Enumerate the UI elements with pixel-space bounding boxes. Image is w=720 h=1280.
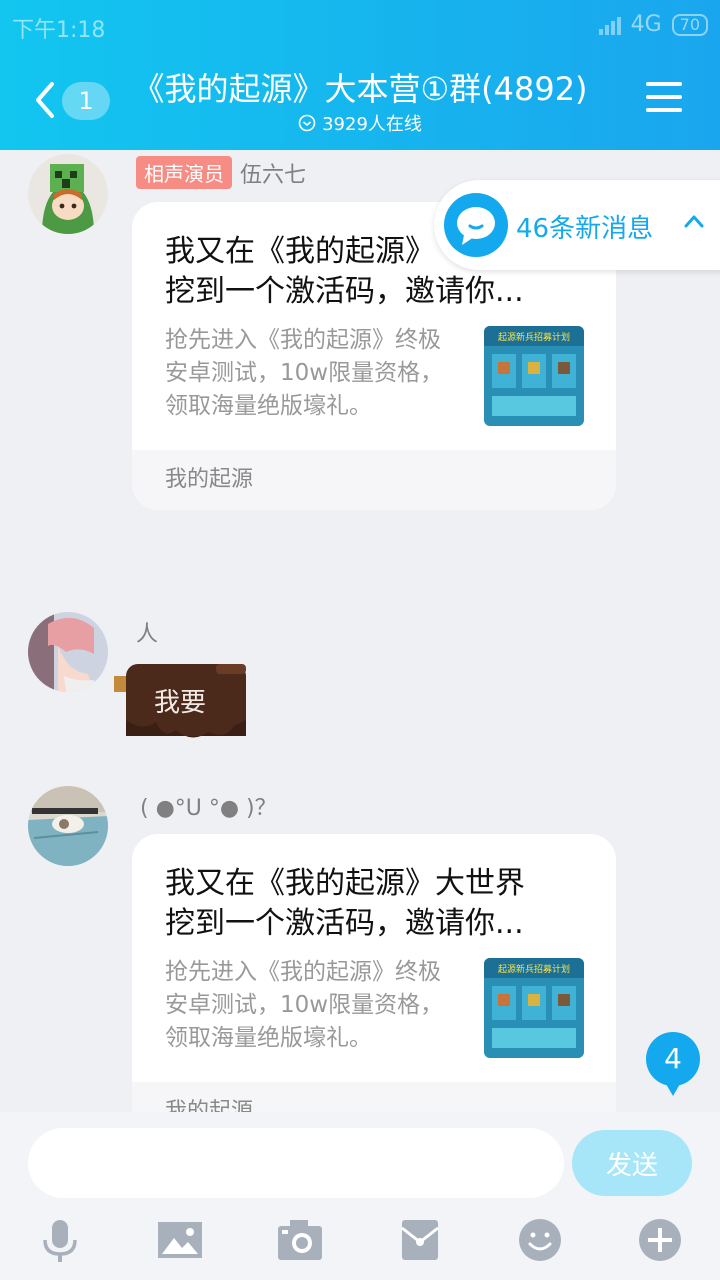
send-button[interactable]: 发送 <box>572 1130 692 1196</box>
plus-icon[interactable] <box>636 1216 684 1264</box>
unread-mention-badge[interactable]: 4 <box>646 1032 700 1096</box>
battery-level: 70 <box>679 14 700 34</box>
sender-name[interactable]: 伍六七 <box>240 157 306 189</box>
card-desc-line: 抢先进入《我的起源》终极 <box>165 327 441 353</box>
menu-icon[interactable] <box>646 82 682 114</box>
card-desc-line: 安卓测试，10w限量资格， <box>165 992 444 1018</box>
sticker-message[interactable]: 我要 <box>112 660 252 744</box>
status-time: 下午1:18 <box>12 18 106 43</box>
chevron-up-icon <box>684 215 704 228</box>
svg-text:起源新兵招募计划: 起源新兵招募计划 <box>498 963 570 975</box>
avatar[interactable] <box>28 612 108 692</box>
image-icon[interactable] <box>156 1216 204 1264</box>
card-thumbnail: 起源新兵招募计划 <box>484 958 584 1058</box>
card-source: 我的起源 <box>132 450 616 510</box>
sticker-text: 我要 <box>154 688 207 718</box>
emoji-icon[interactable] <box>516 1216 564 1264</box>
status-indicators: 4G 70 <box>598 12 708 37</box>
card-title-line: 挖到一个激活码，邀请你... <box>165 906 524 941</box>
card-desc-line: 领取海量绝版壕礼。 <box>165 1025 372 1051</box>
status-bar: 下午1:18 4G 70 <box>12 10 708 43</box>
card-title-line: 我又在《我的起源》大世界 <box>165 866 525 901</box>
camera-icon[interactable] <box>276 1216 324 1264</box>
message-list[interactable]: 相声演员 伍六七 我又在《我的起源》 挖到一个激活码，邀请你... 抢先进入《我… <box>0 150 720 1112</box>
red-packet-icon[interactable] <box>396 1216 444 1264</box>
card-title-line: 挖到一个激活码，邀请你... <box>165 274 524 309</box>
svg-text:起源新兵招募计划: 起源新兵招募计划 <box>498 331 570 343</box>
message-sender: 人 <box>136 616 158 648</box>
new-messages-toast[interactable]: 46条新消息 <box>434 180 720 270</box>
sender-name[interactable]: ( ●°U °● )？ <box>140 790 277 822</box>
online-count: 3929人在线 <box>0 110 720 136</box>
signal-icon <box>598 15 621 35</box>
card-desc-line: 抢先进入《我的起源》终极 <box>165 959 441 985</box>
avatar[interactable] <box>28 154 108 234</box>
online-count-text: 3929人在线 <box>322 114 422 135</box>
chat-bubble-icon <box>444 193 508 257</box>
card-description: 抢先进入《我的起源》终极 安卓测试，10w限量资格， 领取海量绝版壕礼。 <box>165 324 470 423</box>
group-title: 《我的起源》大本营①群(4892) <box>132 70 588 108</box>
share-card[interactable]: 我又在《我的起源》大世界 挖到一个激活码，邀请你... 抢先进入《我的起源》终极… <box>132 834 616 1112</box>
input-toolbar <box>0 1216 720 1268</box>
avatar[interactable] <box>28 786 108 866</box>
online-check-icon <box>298 114 316 132</box>
card-description: 抢先进入《我的起源》终极 安卓测试，10w限量资格， 领取海量绝版壕礼。 <box>165 956 470 1055</box>
new-messages-text: 46条新消息 <box>516 214 654 244</box>
chat-header: 下午1:18 4G 70 1 《我的起源》大本营①群(4892) 3929人在线 <box>0 0 720 150</box>
message-sender: ( ●°U °● )？ <box>140 790 277 822</box>
message-sender: 相声演员 伍六七 <box>136 156 306 189</box>
card-source: 我的起源 <box>132 1082 616 1112</box>
microphone-icon[interactable] <box>36 1216 84 1264</box>
sender-name[interactable]: 人 <box>136 616 158 648</box>
card-title: 我又在《我的起源》大世界 挖到一个激活码，邀请你... <box>165 864 585 944</box>
member-title-badge: 相声演员 <box>136 156 232 189</box>
input-bar: 发送 <box>0 1112 720 1280</box>
card-desc-line: 领取海量绝版壕礼。 <box>165 393 372 419</box>
battery-icon: 70 <box>671 13 708 36</box>
network-type: 4G <box>630 12 662 37</box>
card-thumbnail: 起源新兵招募计划 <box>484 326 584 426</box>
message-input[interactable] <box>28 1128 564 1198</box>
card-desc-line: 安卓测试，10w限量资格， <box>165 360 444 386</box>
